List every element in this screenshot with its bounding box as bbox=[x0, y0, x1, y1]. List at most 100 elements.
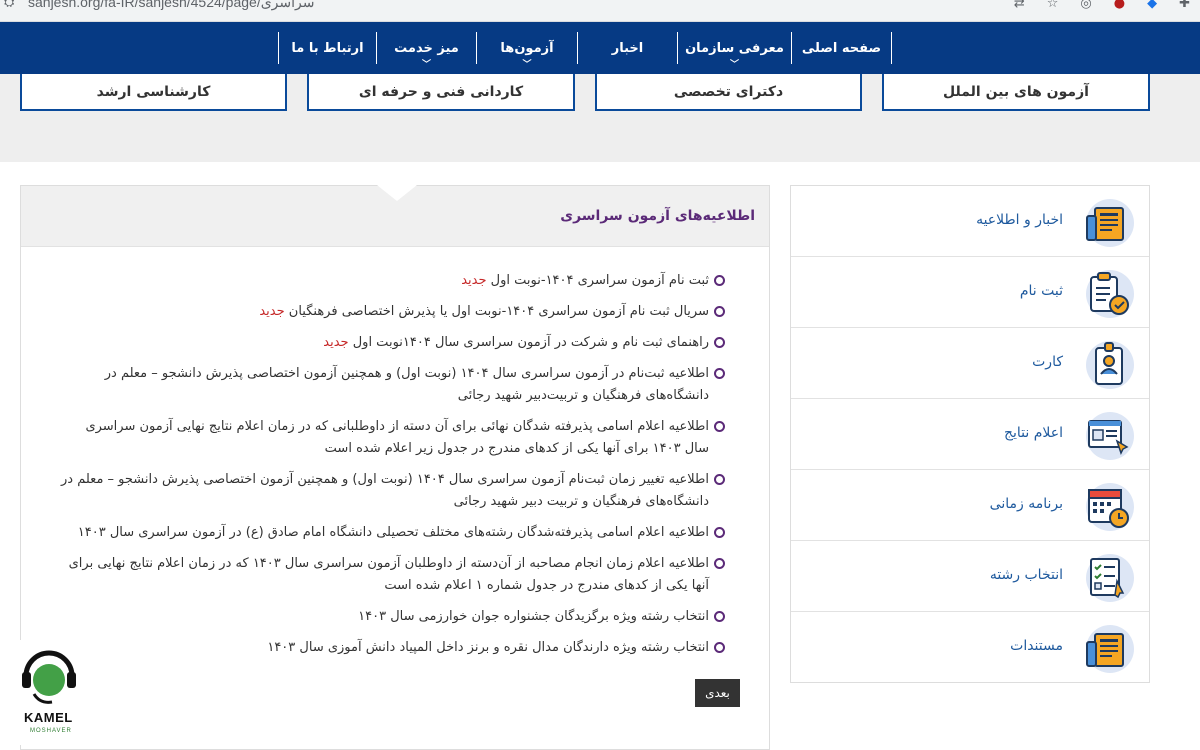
address-bar-url[interactable]: sanjesh.org/fa-IR/sanjesh/4524/page/سراس… bbox=[28, 0, 314, 11]
bullet-circle-icon bbox=[714, 611, 725, 622]
newspaper-icon bbox=[1086, 199, 1134, 247]
nav-menu: ارتباط با ما میز خدمت ﹀ آزمون‌ها ﹀ اخبار… bbox=[278, 32, 892, 70]
new-badge: جدید bbox=[323, 335, 349, 350]
bullet-circle-icon bbox=[714, 421, 725, 432]
exam-category-label: آزمون های بین الملل bbox=[943, 83, 1089, 100]
announcement-item[interactable]: اطلاعیه ثبت‌نام در آزمون سراسری سال ۱۴۰۴… bbox=[60, 363, 725, 407]
exam-category-label: دکترای تخصصی bbox=[673, 83, 784, 100]
announcement-text: راهنمای ثبت نام و شرکت در آزمون سراسری س… bbox=[352, 335, 709, 350]
exam-category-label: کارشناسی ارشد bbox=[96, 83, 211, 100]
kamel-logo: KAMEL MOSHAVER bbox=[14, 640, 84, 745]
announcement-item[interactable]: انتخاب رشته ویژه برگزیدگان جشنواره جوان … bbox=[60, 606, 725, 628]
star-icon[interactable]: ☆ bbox=[1047, 0, 1059, 11]
quick-links-sidebar: اخبار و اطلاعیه ثبت نام کارت اعلام نتایج… bbox=[790, 185, 1150, 683]
browser-toolbar: ⛭ sanjesh.org/fa-IR/sanjesh/4524/page/سر… bbox=[0, 0, 1200, 22]
extension-blue-icon[interactable]: ◆ bbox=[1147, 0, 1157, 11]
checklist-icon bbox=[1086, 554, 1134, 602]
nav-item-label: ارتباط با ما bbox=[291, 40, 364, 56]
bullet-circle-icon bbox=[714, 275, 725, 286]
announcement-list: ثبت نام آزمون سراسری ۱۴۰۴-نوبت اول جدید … bbox=[60, 270, 725, 668]
announcement-item[interactable]: اطلاعیه اعلام اسامی پذیرفته‌شدگان رشته‌ه… bbox=[60, 522, 725, 544]
exam-category-international[interactable]: آزمون های بین الملل bbox=[882, 74, 1150, 111]
nav-item-label: آزمون‌ها bbox=[500, 40, 554, 56]
announcement-text: انتخاب رشته ویژه برگزیدگان جشنواره جوان … bbox=[358, 609, 709, 624]
translate-icon[interactable]: ⇄ bbox=[1014, 0, 1025, 11]
announcement-text: اطلاعیه تغییر زمان ثبت‌نام آزمون سراسری … bbox=[61, 472, 709, 509]
nav-item-contact[interactable]: ارتباط با ما bbox=[278, 32, 376, 64]
bullet-circle-icon bbox=[714, 368, 725, 379]
logo-name: KAMEL bbox=[24, 710, 73, 725]
extension-red-icon[interactable]: ● bbox=[1114, 0, 1125, 11]
nav-item-about[interactable]: معرفی سازمان ﹀ bbox=[677, 32, 791, 70]
page-title: اطلاعیه‌های آزمون سراسری bbox=[560, 208, 755, 224]
new-badge: جدید bbox=[461, 273, 487, 288]
announcement-item[interactable]: ثبت نام آزمون سراسری ۱۴۰۴-نوبت اول جدید bbox=[60, 270, 725, 292]
announcements-panel: اطلاعیه‌های آزمون سراسری ثبت نام آزمون س… bbox=[20, 185, 770, 750]
announcement-text: ثبت نام آزمون سراسری ۱۴۰۴-نوبت اول bbox=[490, 273, 709, 288]
sidebar-item-label: برنامه زمانی bbox=[989, 496, 1063, 512]
sidebar-item-label: انتخاب رشته bbox=[989, 567, 1063, 583]
bullet-circle-icon bbox=[714, 337, 725, 348]
nav-item-news[interactable]: اخبار bbox=[577, 32, 677, 64]
announcement-text: انتخاب رشته ویژه دارندگان مدال نقره و بر… bbox=[267, 640, 709, 655]
new-badge: جدید bbox=[259, 304, 285, 319]
bullet-circle-icon bbox=[714, 527, 725, 538]
announcements-header: اطلاعیه‌های آزمون سراسری bbox=[21, 185, 769, 247]
sidebar-item-label: اعلام نتایج bbox=[1003, 425, 1063, 441]
id-card-icon bbox=[1086, 341, 1134, 389]
bullet-circle-icon bbox=[714, 474, 725, 485]
announcement-text: اطلاعیه ثبت‌نام در آزمون سراسری سال ۱۴۰۴… bbox=[104, 366, 709, 403]
nav-item-label: صفحه اصلی bbox=[801, 40, 882, 56]
sidebar-item-schedule[interactable]: برنامه زمانی bbox=[791, 470, 1149, 541]
sidebar-item-news[interactable]: اخبار و اطلاعیه bbox=[791, 186, 1149, 257]
puzzle-icon[interactable]: ✚ bbox=[1179, 0, 1190, 11]
results-board-icon bbox=[1086, 412, 1134, 460]
exam-category-label: کاردانی فنی و حرفه ای bbox=[358, 83, 524, 100]
bullet-circle-icon bbox=[714, 642, 725, 653]
calendar-clock-icon bbox=[1086, 483, 1134, 531]
sidebar-item-label: ثبت نام bbox=[1019, 283, 1063, 299]
nav-item-label: میز خدمت bbox=[394, 40, 459, 56]
site-settings-icon[interactable]: ⛭ bbox=[4, 0, 14, 10]
exam-category-technical[interactable]: کاردانی فنی و حرفه ای bbox=[307, 74, 575, 111]
browser-extension-icons: ⇄ ☆ ◎ ● ◆ ✚ bbox=[1014, 0, 1190, 11]
sidebar-item-results[interactable]: اعلام نتایج bbox=[791, 399, 1149, 470]
announcement-text: سریال ثبت نام آزمون سراسری ۱۴۰۴-نوبت اول… bbox=[288, 304, 709, 319]
sidebar-item-label: کارت bbox=[1032, 354, 1063, 370]
sidebar-item-card[interactable]: کارت bbox=[791, 328, 1149, 399]
main-navbar: ارتباط با ما میز خدمت ﹀ آزمون‌ها ﹀ اخبار… bbox=[0, 22, 1200, 74]
sidebar-item-label: اخبار و اطلاعیه bbox=[976, 212, 1063, 228]
announcement-item[interactable]: راهنمای ثبت نام و شرکت در آزمون سراسری س… bbox=[60, 332, 725, 354]
nav-item-service-desk[interactable]: میز خدمت ﹀ bbox=[376, 32, 476, 70]
nav-item-label: معرفی سازمان bbox=[685, 40, 784, 56]
announcement-item[interactable]: اطلاعیه تغییر زمان ثبت‌نام آزمون سراسری … bbox=[60, 469, 725, 513]
sidebar-item-documents[interactable]: مستندات bbox=[791, 612, 1149, 683]
announcement-item[interactable]: اطلاعیه اعلام زمان انجام مصاحبه از آن‌دس… bbox=[60, 553, 725, 597]
chevron-down-icon: ﹀ bbox=[421, 60, 432, 70]
announcement-text: اطلاعیه اعلام اسامی پذیرفته‌شدگان رشته‌ه… bbox=[77, 525, 709, 540]
extension-icon[interactable]: ◎ bbox=[1080, 0, 1091, 11]
announcement-item[interactable]: سریال ثبت نام آزمون سراسری ۱۴۰۴-نوبت اول… bbox=[60, 301, 725, 323]
nav-item-home[interactable]: صفحه اصلی bbox=[791, 32, 892, 64]
exam-category-phd[interactable]: دکترای تخصصی bbox=[595, 74, 862, 111]
exam-category-masters[interactable]: کارشناسی ارشد bbox=[20, 74, 287, 111]
nav-item-label: اخبار bbox=[611, 40, 644, 56]
chevron-down-icon: ﹀ bbox=[729, 60, 740, 70]
clipboard-check-icon bbox=[1086, 270, 1134, 318]
bullet-circle-icon bbox=[714, 306, 725, 317]
announcement-text: اطلاعیه اعلام اسامی پذیرفته شدگان نهائی … bbox=[85, 419, 709, 456]
headset-logo-icon bbox=[22, 650, 76, 704]
announcement-text: اطلاعیه اعلام زمان انجام مصاحبه از آن‌دس… bbox=[68, 556, 709, 593]
sidebar-item-registration[interactable]: ثبت نام bbox=[791, 257, 1149, 328]
announcement-item[interactable]: اطلاعیه اعلام اسامی پذیرفته شدگان نهائی … bbox=[60, 416, 725, 460]
chevron-down-icon: ﹀ bbox=[522, 60, 532, 70]
next-page-button[interactable]: بعدی bbox=[695, 679, 740, 707]
sidebar-item-label: مستندات bbox=[1010, 638, 1063, 654]
header-notch bbox=[377, 185, 417, 201]
sidebar-item-field-selection[interactable]: انتخاب رشته bbox=[791, 541, 1149, 612]
nav-item-exams[interactable]: آزمون‌ها ﹀ bbox=[476, 32, 577, 70]
announcement-item[interactable]: انتخاب رشته ویژه دارندگان مدال نقره و بر… bbox=[60, 637, 725, 659]
bullet-circle-icon bbox=[714, 558, 725, 569]
logo-subtitle: MOSHAVER bbox=[30, 728, 72, 734]
documents-icon bbox=[1086, 625, 1134, 673]
